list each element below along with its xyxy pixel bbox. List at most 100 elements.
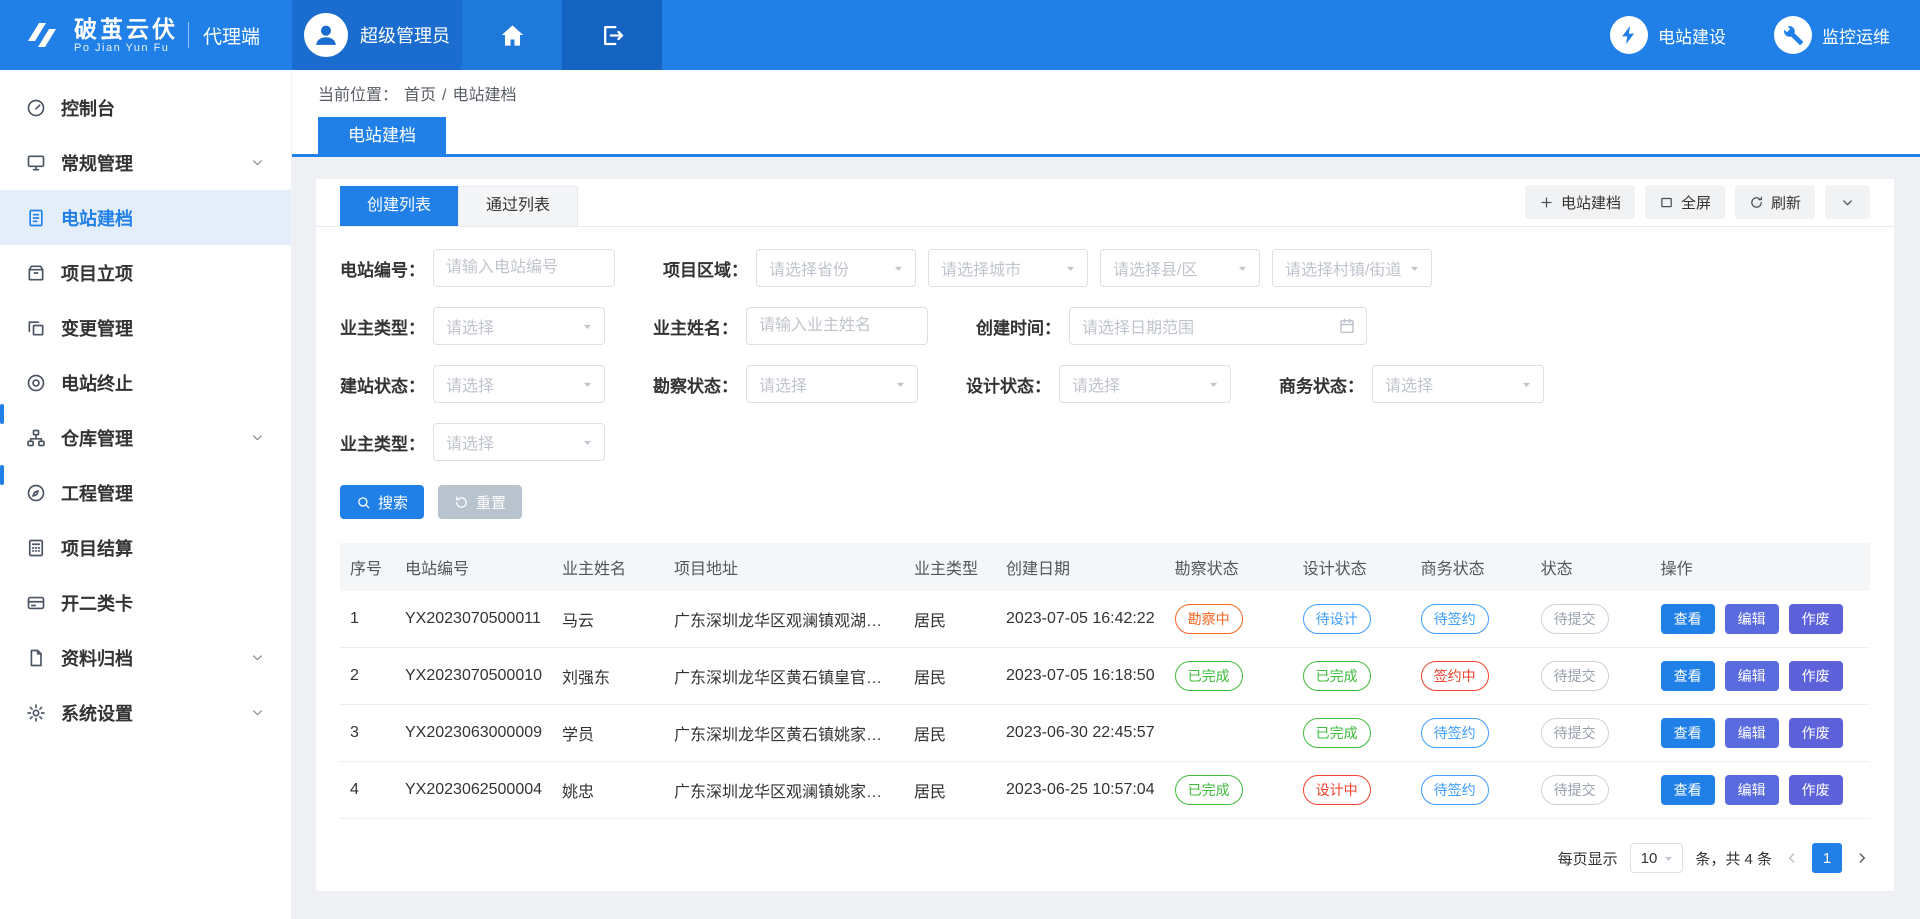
view-button[interactable]: 查看	[1661, 604, 1715, 634]
column-header: 业主姓名	[552, 543, 664, 591]
status-badge: 待签约	[1421, 718, 1489, 748]
void-button[interactable]: 作废	[1789, 718, 1843, 748]
sidebar-item-0[interactable]: 控制台	[0, 80, 291, 135]
dashboard-icon	[26, 98, 46, 118]
sidebar-item-10[interactable]: 资料归档	[0, 630, 291, 685]
quick-link-monitor-ops[interactable]: 监控运维	[1774, 16, 1890, 54]
county-select[interactable]: 请选择县/区	[1100, 249, 1260, 287]
sidebar-item-5[interactable]: 电站终止	[0, 355, 291, 410]
sidebar-item-4[interactable]: 变更管理	[0, 300, 291, 355]
view-button[interactable]: 查看	[1661, 661, 1715, 691]
sidebar-item-3[interactable]: 项目立项	[0, 245, 291, 300]
sidebar-item-label: 资料归档	[61, 645, 133, 671]
caret-down-icon	[1662, 852, 1675, 865]
edit-button[interactable]: 编辑	[1725, 661, 1779, 691]
station-code-input[interactable]	[433, 249, 615, 287]
sidebar-item-label: 电站终止	[61, 370, 133, 396]
search-button[interactable]: 搜索	[340, 485, 424, 519]
tab-passed-list[interactable]: 通过列表	[458, 186, 578, 226]
filter-group: 电站编号：	[340, 249, 615, 287]
sidebar-item-6[interactable]: 仓库管理	[0, 410, 291, 465]
sidebar-menu: 控制台 常规管理 电站建档 项目立项 变更管理 电站终止 仓库管理 工程管理 项	[0, 80, 291, 740]
breadcrumb-home-link[interactable]: 首页	[404, 87, 436, 104]
collapse-button[interactable]	[1825, 185, 1870, 219]
edit-button[interactable]: 编辑	[1725, 718, 1779, 748]
view-button[interactable]: 查看	[1661, 718, 1715, 748]
per-page-value: 10	[1641, 850, 1658, 867]
province-select[interactable]: 请选择省份	[756, 249, 916, 287]
page-tab-station-filing[interactable]: 电站建档	[318, 117, 446, 154]
tab-create-list[interactable]: 创建列表	[340, 186, 458, 226]
view-button[interactable]: 查看	[1661, 775, 1715, 805]
sidebar-item-label: 项目立项	[61, 260, 133, 286]
toolbar: 电站建档 全屏 刷新	[1525, 185, 1870, 219]
cell-station-code: YX2023070500011	[395, 591, 552, 648]
cell-owner-type: 居民	[904, 591, 996, 648]
sidebar-item-9[interactable]: 开二类卡	[0, 575, 291, 630]
sidebar-item-11[interactable]: 系统设置	[0, 685, 291, 740]
sidebar-item-2[interactable]: 电站建档	[0, 190, 291, 245]
logo: 破茧云伏 Po Jian Yun Fu 代理端	[0, 0, 292, 70]
logout-button[interactable]	[562, 0, 662, 70]
filter-group: 设计状态： 请选择	[966, 365, 1231, 403]
sidebar-scrollbar-mark	[0, 404, 4, 424]
filter-group: 项目区域： 请选择省份请选择城市请选择县/区请选择村镇/街道	[663, 249, 1432, 287]
town-select[interactable]: 请选择村镇/街道	[1272, 249, 1432, 287]
filter-row: 业主类型： 请选择	[340, 423, 1870, 461]
logo-icon	[20, 19, 64, 51]
edit-button[interactable]: 编辑	[1725, 775, 1779, 805]
sidebar-item-8[interactable]: 项目结算	[0, 520, 291, 575]
prev-page-button[interactable]	[1784, 850, 1800, 866]
add-station-button[interactable]: 电站建档	[1525, 185, 1635, 219]
fullscreen-button[interactable]: 全屏	[1645, 185, 1725, 219]
placeholder-text: 请选择城市	[941, 256, 1021, 280]
create-date-range-input[interactable]: 请选择日期范围	[1069, 307, 1367, 345]
breadcrumb: 当前位置：首页/电站建档	[292, 70, 1920, 115]
design-status-select[interactable]: 请选择	[1059, 365, 1231, 403]
caret-down-icon	[581, 436, 594, 449]
caret-down-icon	[892, 262, 905, 275]
owner-type-2-select[interactable]: 请选择	[433, 423, 605, 461]
lightning-icon-glyph	[1618, 24, 1640, 46]
filter-group: 业主类型： 请选择	[340, 307, 605, 345]
filter-area: 电站编号： 项目区域： 请选择省份请选择城市请选择县/区请选择村镇/街道 业主类…	[316, 227, 1894, 461]
placeholder-text: 请选择	[1385, 372, 1433, 396]
void-button[interactable]: 作废	[1789, 604, 1843, 634]
next-page-button[interactable]	[1854, 850, 1870, 866]
sidebar-item-1[interactable]: 常规管理	[0, 135, 291, 190]
page-tab-bar: 电站建档	[292, 115, 1920, 157]
target-icon	[26, 373, 46, 393]
user-menu[interactable]: 超级管理员	[292, 0, 462, 70]
status-badge: 待签约	[1421, 604, 1489, 634]
search-button-label: 搜索	[378, 492, 408, 513]
build-status-select[interactable]: 请选择	[433, 365, 605, 403]
owner-type-select[interactable]: 请选择	[433, 307, 605, 345]
placeholder-text: 请选择	[759, 372, 807, 396]
cell-created-date: 2023-07-05 16:18:50	[996, 648, 1165, 705]
home-button[interactable]	[462, 0, 562, 70]
placeholder-text: 请选择	[1072, 372, 1120, 396]
quick-link-station-build[interactable]: 电站建设	[1610, 16, 1726, 54]
compass-icon	[26, 483, 46, 503]
city-select[interactable]: 请选择城市	[928, 249, 1088, 287]
column-header: 设计状态	[1293, 543, 1411, 591]
column-header: 项目地址	[664, 543, 904, 591]
current-page-button[interactable]: 1	[1812, 843, 1842, 873]
owner-name-input[interactable]	[746, 307, 928, 345]
caret-down-icon	[1236, 262, 1249, 275]
void-button[interactable]: 作废	[1789, 661, 1843, 691]
edit-button[interactable]: 编辑	[1725, 604, 1779, 634]
void-button[interactable]: 作废	[1789, 775, 1843, 805]
cell-station-code: YX2023070500010	[395, 648, 552, 705]
status-badge: 待提交	[1541, 718, 1609, 748]
survey-status-select[interactable]: 请选择	[746, 365, 918, 403]
cell-owner-type: 居民	[904, 648, 996, 705]
per-page-select[interactable]: 10	[1630, 843, 1684, 873]
business-status-select[interactable]: 请选择	[1372, 365, 1544, 403]
refresh-button[interactable]: 刷新	[1735, 185, 1815, 219]
sidebar-item-7[interactable]: 工程管理	[0, 465, 291, 520]
status-badge: 待设计	[1303, 604, 1371, 634]
cell-design-status: 已完成	[1293, 648, 1411, 705]
column-header: 操作	[1651, 543, 1870, 591]
reset-button[interactable]: 重置	[438, 485, 522, 519]
